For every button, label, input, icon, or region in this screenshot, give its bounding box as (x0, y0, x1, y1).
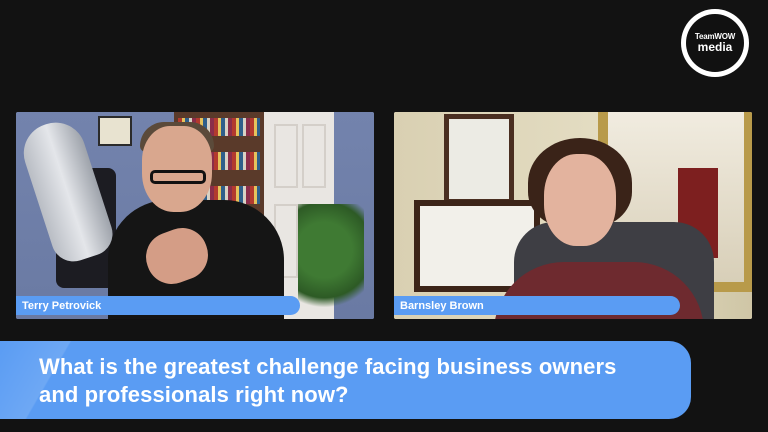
logo-text-line2: media (697, 39, 733, 54)
wall-frame (98, 116, 132, 146)
glasses (150, 170, 206, 184)
participant-name-tag: Barnsley Brown (394, 296, 680, 315)
participant-name: Barnsley Brown (400, 299, 484, 312)
question-text: What is the greatest challenge facing bu… (39, 354, 617, 407)
participant-2-head (544, 154, 616, 246)
video-tile-participant-2[interactable] (394, 112, 752, 319)
participant-name: Terry Petrovick (22, 299, 102, 312)
question-banner: What is the greatest challenge facing bu… (0, 341, 691, 419)
plant (298, 204, 364, 319)
framed-certificate (444, 114, 514, 204)
video-tile-participant-1[interactable] (16, 112, 374, 319)
logo-badge: TeamWOW media (686, 14, 744, 72)
teamwow-media-logo: TeamWOW media (681, 9, 749, 77)
participant-1-head (142, 126, 212, 212)
participant-name-tag: Terry Petrovick (16, 296, 300, 315)
